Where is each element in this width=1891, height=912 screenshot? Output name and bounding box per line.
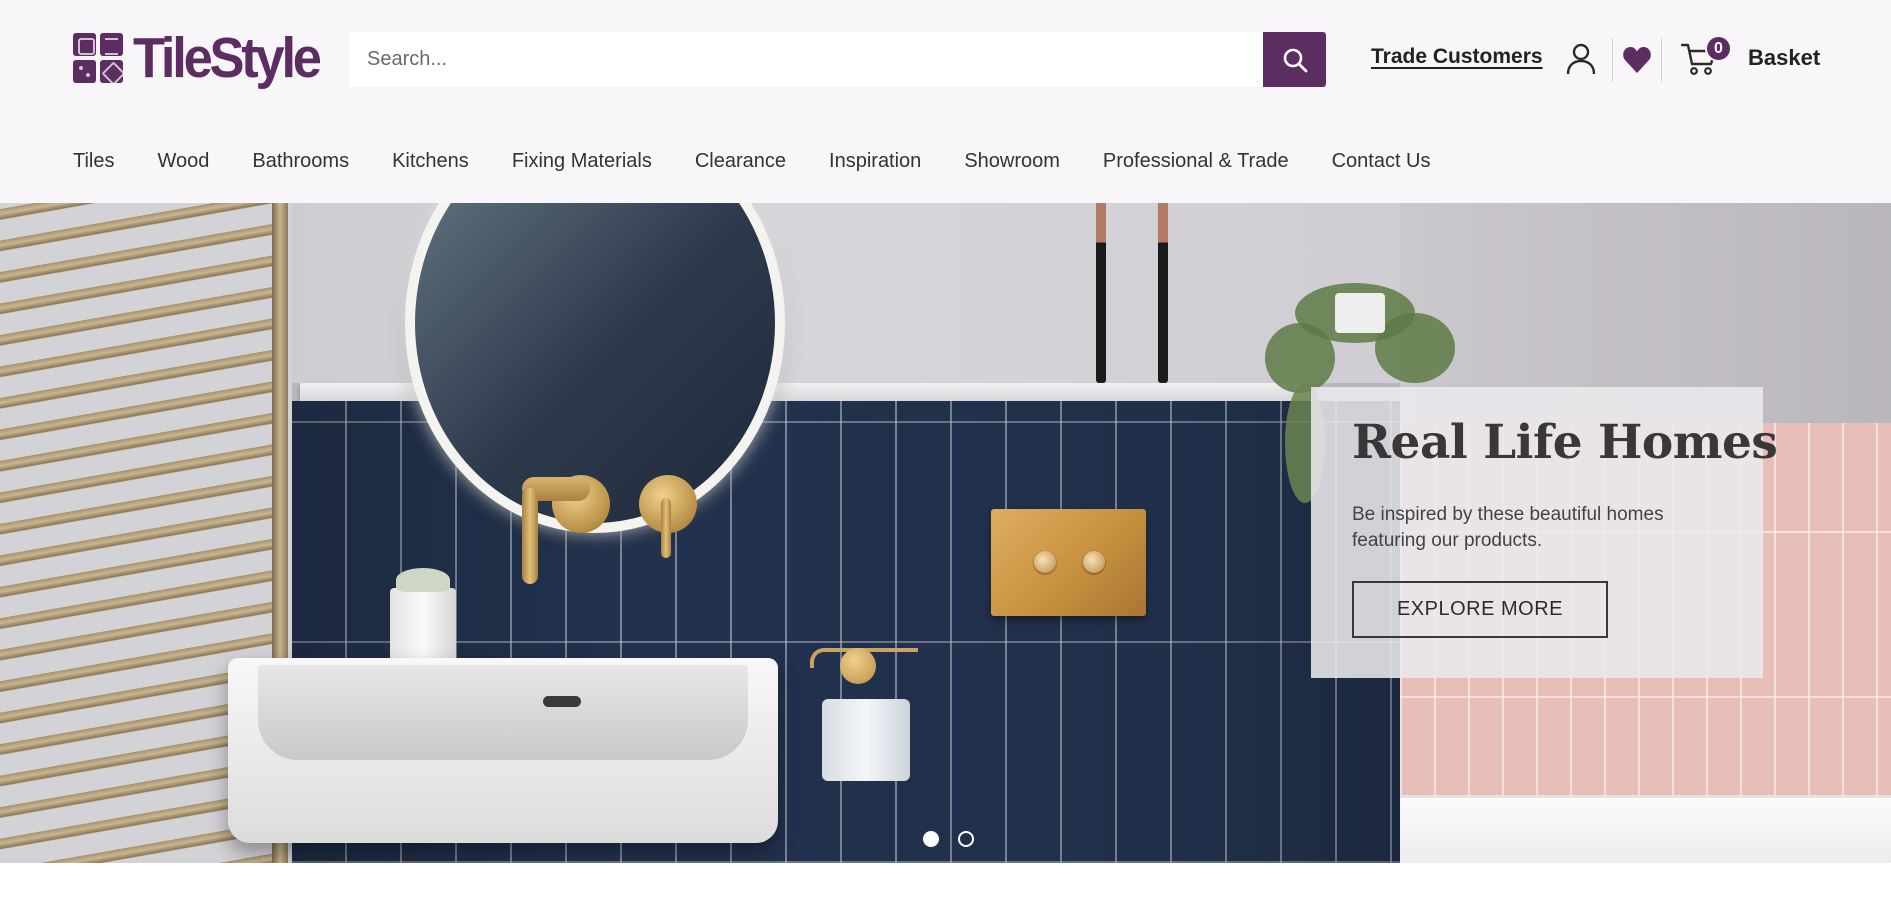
logo-text: TileStyle — [133, 26, 322, 90]
site-header: TileStyle Trade Customers 0 Basket Tiles… — [0, 0, 1891, 203]
nav-item-fixing-materials[interactable]: Fixing Materials — [512, 146, 652, 176]
header-divider — [1661, 38, 1662, 82]
search-button[interactable] — [1263, 32, 1326, 87]
nav-item-professional-trade[interactable]: Professional & Trade — [1103, 146, 1289, 176]
site-logo[interactable]: TileStyle — [73, 28, 335, 88]
search-icon — [1283, 48, 1307, 72]
nav-item-wood[interactable]: Wood — [157, 146, 209, 176]
hero-description: Be inspired by these beautiful homes fea… — [1352, 504, 1664, 551]
trade-customers-link[interactable]: Trade Customers — [1371, 45, 1543, 69]
slider-dot-2[interactable] — [958, 831, 974, 847]
header-divider — [1612, 38, 1613, 82]
search-bar — [349, 32, 1326, 87]
nav-item-contact-us[interactable]: Contact Us — [1332, 146, 1431, 176]
nav-item-kitchens[interactable]: Kitchens — [392, 146, 469, 176]
slider-dot-1[interactable] — [923, 831, 939, 847]
basket-label[interactable]: Basket — [1748, 45, 1820, 71]
heart-icon[interactable] — [1622, 46, 1652, 74]
logo-mark-icon — [73, 33, 123, 83]
nav-item-bathrooms[interactable]: Bathrooms — [252, 146, 349, 176]
main-nav: Tiles Wood Bathrooms Kitchens Fixing Mat… — [73, 146, 1474, 176]
nav-item-inspiration[interactable]: Inspiration — [829, 146, 921, 176]
nav-item-clearance[interactable]: Clearance — [695, 146, 786, 176]
search-input[interactable] — [349, 32, 1263, 87]
explore-more-button[interactable]: EXPLORE MORE — [1352, 581, 1608, 638]
nav-item-showroom[interactable]: Showroom — [964, 146, 1060, 176]
user-icon[interactable] — [1566, 43, 1596, 75]
hero-title: Real Life Homes — [1352, 415, 1778, 470]
nav-item-tiles[interactable]: Tiles — [73, 146, 114, 176]
page-content — [0, 863, 1891, 912]
cart-count-badge: 0 — [1705, 35, 1732, 62]
